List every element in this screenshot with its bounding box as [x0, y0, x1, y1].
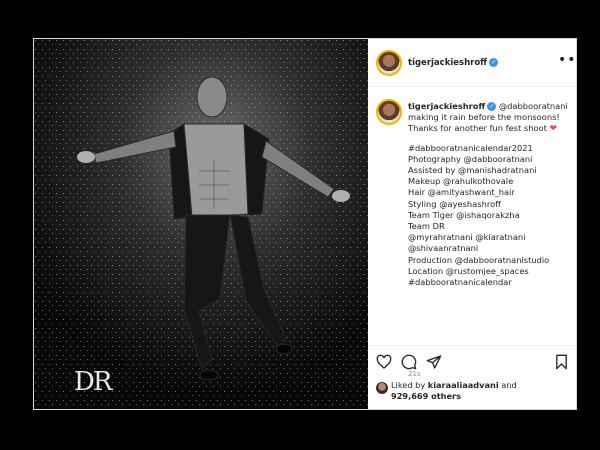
- likes-connector: and: [498, 380, 517, 390]
- bookmark-icon[interactable]: [554, 354, 569, 370]
- post-side-panel: tigerjackieshroff✓ ••• tigerjackieshroff…: [368, 39, 576, 409]
- verified-badge-icon: ✓: [489, 58, 499, 67]
- action-bar: Liked by kiaraaliaadvani and 929,669 oth…: [368, 345, 576, 409]
- caption-block: tigerjackieshroff ✓ @dabbooratnani making…: [368, 87, 576, 378]
- likes-count[interactable]: 929,669 others: [391, 391, 461, 401]
- instagram-post-card: DR tigerjackieshroff✓ ••• tigerjackieshr…: [33, 38, 577, 410]
- liker-username[interactable]: kiaraaliaadvani: [428, 380, 499, 390]
- caption-avatar[interactable]: [376, 99, 402, 125]
- rain-jump-photo: [34, 39, 368, 409]
- caption-hashtag[interactable]: #dabbooratnanicalendar: [408, 277, 573, 288]
- caption-line: Production @dabbooratnanistudio: [408, 254, 550, 265]
- heart-outline-icon[interactable]: [376, 354, 392, 370]
- dr-watermark: DR: [74, 367, 112, 397]
- red-heart-icon: ❤: [549, 124, 558, 135]
- caption-line: @shivaanratnani: [408, 243, 479, 254]
- liker-avatar[interactable]: [376, 382, 388, 394]
- comment-icon[interactable]: [401, 354, 417, 370]
- caption-line: making it rain before the monsoons!: [408, 112, 560, 123]
- post-header: tigerjackieshroff✓ •••: [368, 39, 576, 87]
- caption-mention-dabbooratnani[interactable]: @dabbooratnani: [499, 101, 568, 111]
- caption-hashtag[interactable]: #dabbooratnanicalendar2021: [408, 143, 573, 154]
- caption-line: Styling @ayeshashroff: [408, 198, 501, 209]
- caption-line: Hair @amityashwant_hair: [408, 187, 515, 198]
- caption-line: Makeup @rahulkothovale: [408, 176, 514, 187]
- more-options-icon[interactable]: •••: [558, 52, 576, 68]
- caption-line: Team DR: [408, 221, 445, 232]
- caption-line: @myrahratnani @kiaratnani: [408, 232, 526, 243]
- caption-username[interactable]: tigerjackieshroff: [408, 101, 485, 111]
- likes-text: Liked by kiaraaliaadvani and 929,669 oth…: [391, 380, 571, 402]
- header-username[interactable]: tigerjackieshroff ✓: [408, 58, 499, 68]
- caption-line: Location @rustomjee_spaces: [408, 265, 529, 276]
- caption-text: tigerjackieshroff ✓ @dabbooratnani making…: [408, 101, 573, 288]
- caption-line: Photography @dabbooratnani: [408, 153, 533, 164]
- post-photo[interactable]: DR: [34, 39, 368, 409]
- caption-line: Assisted by @manishadratnani: [408, 165, 537, 176]
- caption-line: Thanks for another fun fest shoot: [408, 123, 547, 134]
- author-avatar[interactable]: [376, 50, 402, 76]
- header-username-text[interactable]: tigerjackieshroff: [408, 58, 487, 68]
- share-paper-plane-icon[interactable]: [426, 354, 442, 370]
- verified-badge-icon: ✓: [487, 102, 497, 111]
- caption-line: Team Tiger @ishaqorakzha: [408, 209, 520, 220]
- likes-prefix: Liked by: [391, 380, 428, 390]
